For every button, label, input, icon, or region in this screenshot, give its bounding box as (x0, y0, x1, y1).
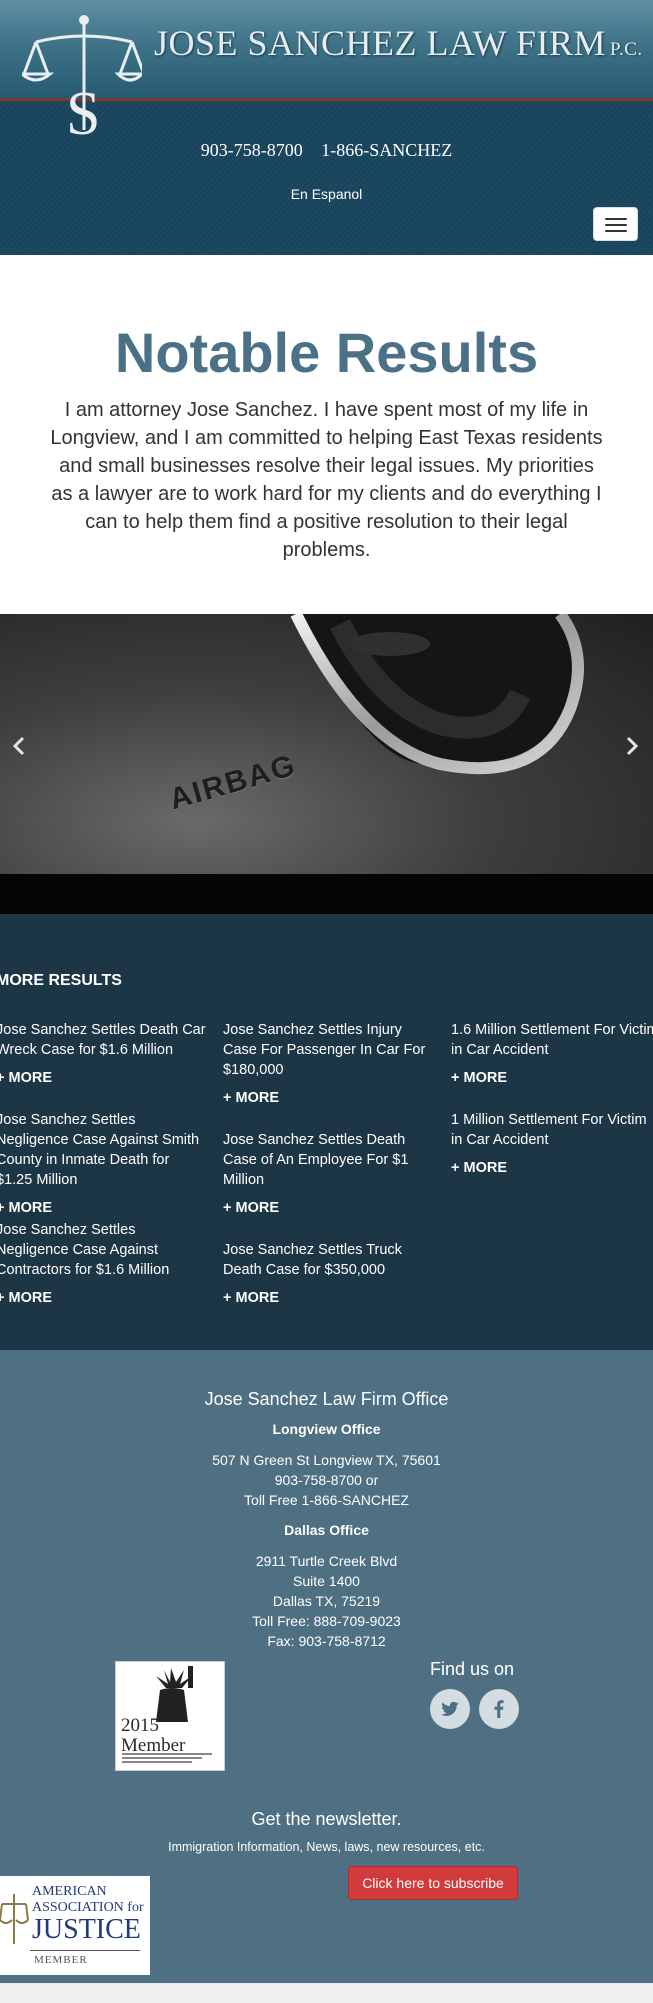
result-item[interactable]: Jose Sanchez Settles Negligence Case Aga… (0, 1220, 206, 1306)
result-title[interactable]: 1.6 Million Settlement For Victim in Car… (451, 1020, 653, 1060)
member-fine-print (122, 1753, 212, 1763)
header-phones: 903-758-8700 1-866-SANCHEZ (0, 140, 653, 161)
result-title[interactable]: 1 Million Settlement For Victim in Car A… (451, 1110, 653, 1150)
result-more-link[interactable]: + MORE (223, 1200, 433, 1216)
newsletter-description: Immigration Information, News, laws, new… (168, 1840, 485, 1854)
site-footer: Jose Sanchez Law Firm Office Longview Of… (0, 1350, 653, 1983)
facebook-icon (494, 1700, 504, 1718)
firm-name[interactable]: JOSE SANCHEZ LAW FIRM P.C. (154, 22, 643, 64)
longview-address: 507 N Green St Longview TX, 75601 (212, 1452, 441, 1468)
result-item[interactable]: Jose Sanchez Settles Death Car Wreck Cas… (0, 1020, 206, 1086)
image-slider[interactable]: AIRBAG (0, 614, 653, 874)
intro-paragraph: I am attorney Jose Sanchez. I have spent… (50, 399, 603, 561)
result-item[interactable]: Jose Sanchez Settles Negligence Case Aga… (0, 1110, 206, 1216)
phone-local-link[interactable]: 903-758-8700 (201, 140, 303, 160)
dallas-office-heading: Dallas Office (284, 1522, 369, 1538)
result-more-link[interactable]: + MORE (223, 1090, 433, 1106)
slider-caption-bar (0, 874, 653, 914)
hamburger-icon (605, 218, 627, 220)
result-item[interactable]: 1 Million Settlement For Victim in Car A… (451, 1110, 653, 1176)
member-year: 2015 Member (121, 1715, 186, 1756)
result-more-link[interactable]: + MORE (0, 1200, 206, 1216)
result-more-link[interactable]: + MORE (451, 1160, 653, 1176)
chevron-left-icon (12, 736, 25, 756)
newsletter-title: Get the newsletter. (251, 1809, 402, 1829)
result-item[interactable]: Jose Sanchez Settles Injury Case For Pas… (223, 1020, 433, 1106)
result-more-link[interactable]: + MORE (451, 1070, 653, 1086)
firm-suffix: P.C. (610, 39, 643, 60)
scales-of-justice-icon (0, 1894, 29, 1944)
result-title[interactable]: Jose Sanchez Settles Negligence Case Aga… (0, 1220, 206, 1280)
find-us-label: Find us on (430, 1659, 515, 1679)
result-title[interactable]: Jose Sanchez Settles Negligence Case Aga… (0, 1110, 206, 1190)
dallas-street: 2911 Turtle Creek Blvd (255, 1553, 398, 1569)
phone-tollfree-link[interactable]: 1-866-SANCHEZ (321, 140, 452, 160)
logo-letter: S (66, 80, 100, 140)
result-title[interactable]: Jose Sanchez Settles Death Car Wreck Cas… (0, 1020, 206, 1060)
longview-toll-free[interactable]: Toll Free 1-866-SANCHEZ (0, 1492, 653, 1508)
result-item[interactable]: 1.6 Million Settlement For Victim in Car… (451, 1020, 653, 1086)
dallas-fax: Fax: 903-758-8712 (267, 1633, 386, 1649)
airbag-dashboard-image (290, 614, 584, 775)
menu-toggle-button[interactable] (593, 207, 638, 241)
result-title[interactable]: Jose Sanchez Settles Truck Death Case fo… (223, 1240, 433, 1280)
hamburger-icon-bar (605, 224, 627, 226)
aaj-divider (30, 1950, 140, 1951)
result-item[interactable]: Jose Sanchez Settles Death Case of An Em… (223, 1130, 433, 1216)
dallas-suite: Suite 1400 (293, 1573, 360, 1589)
aila-member-badge[interactable]: 2015 Member (115, 1661, 225, 1771)
twitter-button[interactable] (430, 1689, 470, 1729)
facebook-button[interactable] (479, 1689, 519, 1729)
aaj-member-logo[interactable]: AMERICAN ASSOCIATION for JUSTICE MEMBER (0, 1876, 150, 1975)
longview-phone[interactable]: 903-758-8700 or (0, 1472, 653, 1488)
subscribe-button[interactable]: Click here to subscribe (348, 1866, 518, 1900)
result-more-link[interactable]: + MORE (223, 1290, 433, 1306)
slider-next-button[interactable] (613, 706, 653, 786)
more-results-heading: MORE RESULTS (0, 972, 122, 989)
result-more-link[interactable]: + MORE (0, 1070, 206, 1086)
dallas-city: Dallas TX, 75219 (272, 1593, 381, 1609)
twitter-icon (441, 1701, 459, 1716)
more-results-section: MORE RESULTS Jose Sanchez Settles Death … (0, 914, 653, 1350)
page-bottom-strip (0, 1983, 653, 2003)
dallas-toll-free[interactable]: Toll Free: 888-709-9023 (0, 1613, 653, 1629)
result-title[interactable]: Jose Sanchez Settles Injury Case For Pas… (223, 1020, 433, 1080)
result-title[interactable]: Jose Sanchez Settles Death Case of An Em… (223, 1130, 433, 1190)
page-title: Notable Results (114, 321, 539, 384)
statue-of-liberty-icon (156, 1666, 193, 1722)
longview-office-heading: Longview Office (272, 1421, 381, 1437)
slider-prev-button[interactable] (0, 706, 40, 786)
result-item[interactable]: Jose Sanchez Settles Truck Death Case fo… (223, 1240, 433, 1306)
en-espanol-link[interactable]: En Espanol (0, 186, 653, 202)
aaj-line-4: MEMBER (34, 1954, 88, 1966)
aaj-line-1: AMERICAN (32, 1884, 107, 1899)
chevron-right-icon (626, 736, 639, 756)
site-header: S JOSE SANCHEZ LAW FIRM P.C. 903-758-8700… (0, 0, 653, 255)
scales-of-justice-logo-icon[interactable]: S (17, 12, 146, 148)
firm-name-text: JOSE SANCHEZ LAW FIRM (154, 23, 606, 63)
office-heading: Jose Sanchez Law Firm Office (204, 1389, 449, 1409)
aaj-line-3: JUSTICE (32, 1914, 141, 1945)
hamburger-icon-bar (605, 230, 627, 232)
result-more-link[interactable]: + MORE (0, 1290, 206, 1306)
